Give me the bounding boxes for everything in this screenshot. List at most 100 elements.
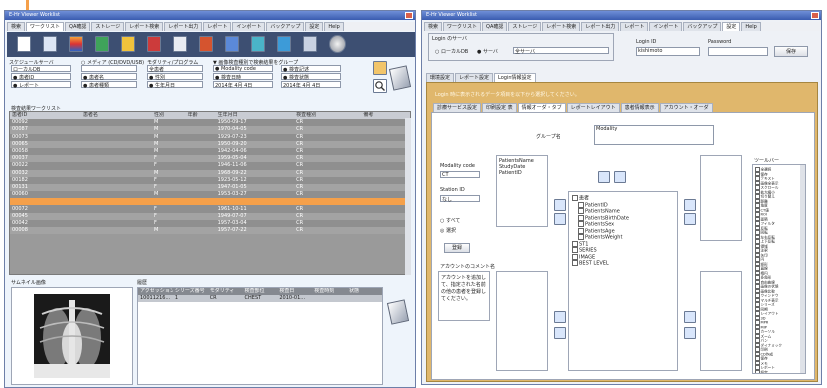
col-sex[interactable]: 性別 <box>152 112 186 119</box>
table-row[interactable]: 00008 M 1957-07-22 CR <box>10 227 410 235</box>
menu-backup[interactable]: バックアップ <box>683 22 722 31</box>
group-name-input[interactable]: Modality <box>594 125 714 145</box>
monitor-icon[interactable] <box>251 36 265 52</box>
menu-import[interactable]: インポート <box>649 22 683 31</box>
save-button[interactable]: 保存 <box>774 46 808 57</box>
move-right-arrow-icon-4[interactable] <box>684 311 696 323</box>
menu-report-output[interactable]: レポート出力 <box>164 22 203 31</box>
patient-id-field[interactable]: ● 患者ID <box>11 73 71 81</box>
date-from-field[interactable]: 2014年 4月 4日 <box>213 81 273 89</box>
study-col-accession[interactable]: アクセッション <box>138 288 173 295</box>
chest-xray-image[interactable] <box>34 294 110 378</box>
study-col-series[interactable]: シリーズ番号 <box>173 288 208 295</box>
right-fields-list-2[interactable] <box>700 271 742 371</box>
settings-icon[interactable] <box>329 35 346 53</box>
study-col-modality[interactable]: モダリティ <box>208 288 243 295</box>
menu-report[interactable]: レポート <box>620 22 649 31</box>
folder-icon[interactable] <box>121 36 135 52</box>
tab-environment[interactable]: 環境設定 <box>426 73 455 82</box>
server-select[interactable]: 全サーバ <box>513 47 609 55</box>
menu-settings[interactable]: 設定 <box>722 22 741 31</box>
checklist-scrollbar[interactable] <box>800 165 805 373</box>
exam-date-field[interactable]: ● 検査日時 <box>213 73 273 81</box>
report-icon[interactable] <box>147 36 161 52</box>
exam-desc-field[interactable]: ● 検査記述 <box>281 65 341 73</box>
study-list-icon[interactable] <box>95 36 109 52</box>
search-icon[interactable] <box>373 79 387 93</box>
tab-login-info[interactable]: Login情報設定 <box>494 73 536 82</box>
table-row[interactable]: 00092 M 1950-09-17 CR <box>10 119 410 127</box>
menu-help[interactable]: Help <box>324 22 344 31</box>
report-field[interactable]: ● レポート <box>11 81 71 89</box>
menu-backup[interactable]: バックアップ <box>266 22 305 31</box>
table-row[interactable] <box>10 198 410 206</box>
menu-settings[interactable]: 設定 <box>305 22 324 31</box>
menu-worklist[interactable]: ワークリスト <box>443 22 482 31</box>
register-button[interactable]: 登録 <box>444 243 470 253</box>
subtab-service[interactable]: 診療サービス設定 <box>433 103 482 112</box>
password-input[interactable] <box>708 47 768 56</box>
login-id-input[interactable]: kishimoto <box>636 47 700 56</box>
modality-select[interactable]: 全患者 <box>147 65 203 73</box>
birthdate-field[interactable]: ● 生年月日 <box>147 81 203 89</box>
study-col-body-part[interactable]: 検査部位 <box>243 288 278 295</box>
subtab-account[interactable]: アカウント・オーダ <box>659 103 713 112</box>
table-row[interactable]: 00032 M 1968-09-22 CR <box>10 169 410 177</box>
table-row[interactable]: 00058 M 1942-04-06 CR <box>10 147 410 156</box>
table-row[interactable]: 00065 M 1950-09-20 CR <box>10 140 410 148</box>
radio-select[interactable]: ◎ 選択 <box>440 227 456 234</box>
field-tree[interactable]: 患者 PatientID PatientsName PatientsBirthD… <box>568 191 678 371</box>
subtab-print[interactable]: 印刷設定 表 <box>482 103 517 112</box>
move-right-arrow-icon-2[interactable] <box>554 311 566 323</box>
col-birthdate[interactable]: 生年月日 <box>216 112 295 119</box>
subtab-report-layout[interactable]: レポートレイアウト <box>566 103 620 112</box>
subtab-order[interactable]: 情報オーダ・タブ <box>517 103 566 112</box>
subtab-patient-info[interactable]: 患者情報表示 <box>620 103 659 112</box>
move-left-arrow-icon-3[interactable] <box>684 213 696 225</box>
station-id-select[interactable]: なし <box>440 195 480 203</box>
secondary-fields-list[interactable] <box>496 271 548 371</box>
local-db-radio[interactable]: ○ ローカルDB <box>435 48 468 55</box>
export-icon[interactable] <box>303 36 317 52</box>
settings-close-button[interactable] <box>811 12 819 19</box>
manual-book-icon-2[interactable] <box>386 299 410 325</box>
image-icon[interactable] <box>225 36 239 52</box>
menu-help[interactable]: Help <box>741 22 761 31</box>
col-patient-name[interactable]: 患者名 <box>81 112 152 119</box>
menu-import[interactable]: インポート <box>232 22 266 31</box>
selected-fields-list[interactable]: PatientsName StudyDate PatientID <box>496 155 548 227</box>
study-row[interactable]: 10011216... 1 CR CHEST 2010-01... <box>138 295 382 303</box>
menu-report[interactable]: レポート <box>203 22 232 31</box>
table-row[interactable]: 00087 M 1970-04-05 CR <box>10 126 410 134</box>
menu-report-search[interactable]: レポート検索 <box>542 22 581 31</box>
modality-code-field[interactable]: ● Modality code <box>213 65 273 72</box>
table-row[interactable]: 00182 F 1923-05-12 CR <box>10 176 410 184</box>
color-chart-icon[interactable] <box>69 36 83 52</box>
menu-search[interactable]: 検索 <box>424 22 443 31</box>
menu-qa[interactable]: QA確認 <box>482 22 508 31</box>
move-right-arrow-icon-3[interactable] <box>684 199 696 211</box>
exam-status-field[interactable]: ● 検査状態 <box>281 73 341 81</box>
server-radio[interactable]: ● サーバ <box>477 48 498 55</box>
table-row[interactable]: 00045 F 1949-07-07 CR <box>10 212 410 220</box>
sex-field[interactable]: ● 性別 <box>147 73 203 81</box>
table-row[interactable]: 00060 M 1953-03-27 CR <box>10 191 410 199</box>
manual-book-icon[interactable] <box>388 65 412 91</box>
patient-type-field[interactable]: ● 患者種類 <box>81 81 137 89</box>
table-row[interactable]: 00042 F 1957-03-04 CR <box>10 219 410 227</box>
radio-all[interactable]: ○ すべて <box>440 217 460 224</box>
copy-document-icon[interactable] <box>43 36 57 52</box>
table-row[interactable]: 00072 F 1961-10-11 CR <box>10 205 410 213</box>
study-col-date[interactable]: 検査日 <box>277 288 312 295</box>
table-row[interactable]: 00073 M 1929-07-23 CR <box>10 133 410 141</box>
worklist-scrollbar[interactable] <box>405 118 411 275</box>
list-item[interactable]: PatientID <box>499 170 545 176</box>
new-document-icon[interactable] <box>17 36 31 52</box>
menu-search[interactable]: 検索 <box>7 22 26 31</box>
right-fields-list[interactable] <box>700 155 742 241</box>
menu-storage[interactable]: ストレージ <box>91 22 125 31</box>
move-down-arrow-icon[interactable] <box>614 171 626 183</box>
menu-storage[interactable]: ストレージ <box>508 22 542 31</box>
cd-icon[interactable] <box>199 36 213 52</box>
move-up-arrow-icon[interactable] <box>598 171 610 183</box>
